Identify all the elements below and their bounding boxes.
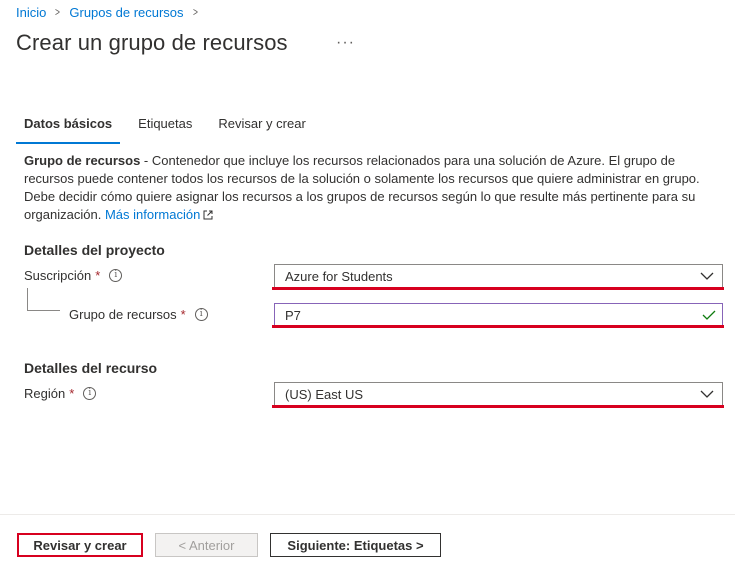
breadcrumb: Inicio > Grupos de recursos > [16,3,207,21]
previous-button[interactable]: < Anterior [155,533,258,557]
info-icon[interactable]: i [194,308,208,321]
region-dropdown[interactable]: (US) East US [274,382,723,406]
tab-review-create[interactable]: Revisar y crear [210,114,313,144]
region-value: (US) East US [285,386,364,402]
subscription-label: Suscripción * i [24,268,123,283]
resource-group-label-text: Grupo de recursos [69,307,177,322]
breadcrumb-resource-groups-link[interactable]: Grupos de recursos [69,5,183,20]
subscription-dropdown[interactable]: Azure for Students [274,264,723,288]
footer-divider [0,514,735,515]
next-tags-button[interactable]: Siguiente: Etiquetas > [270,533,441,557]
breadcrumb-separator: > [192,5,198,19]
review-create-button[interactable]: Revisar y crear [17,533,143,557]
tab-tags[interactable]: Etiquetas [130,114,200,144]
info-icon[interactable]: i [109,269,123,282]
learn-more-link[interactable]: Más información [105,207,213,222]
external-link-icon [203,210,213,220]
resource-group-input[interactable]: P7 [274,303,723,327]
more-options-icon[interactable]: ··· [336,34,355,52]
breadcrumb-home-link[interactable]: Inicio [16,5,46,20]
chevron-down-icon [700,390,714,398]
page-title: Crear un grupo de recursos [16,30,288,55]
highlight-underline [272,287,724,290]
subscription-value: Azure for Students [285,268,393,284]
description: Grupo de recursos - Contenedor que inclu… [24,152,724,224]
subscription-label-text: Suscripción [24,268,92,283]
resource-group-label: Grupo de recursos * i [69,307,208,322]
hierarchy-connector [27,288,60,311]
resource-group-value: P7 [285,307,301,323]
chevron-down-icon [700,272,714,280]
info-icon[interactable]: i [83,387,97,400]
project-details-heading: Detalles del proyecto [24,242,165,258]
checkmark-icon [702,310,716,320]
required-asterisk: * [95,268,101,283]
tab-bar: Datos básicos Etiquetas Revisar y crear [16,114,324,144]
highlight-underline [272,405,724,408]
learn-more-label: Más información [104,207,201,222]
required-asterisk: * [69,386,75,401]
region-label: Región * i [24,386,97,401]
highlight-underline [272,325,724,328]
resource-details-heading: Detalles del recurso [24,360,158,376]
tab-basics[interactable]: Datos básicos [16,114,121,144]
description-term: Grupo de recursos [24,153,141,168]
breadcrumb-separator: > [55,5,61,19]
region-label-text: Región [24,386,66,401]
required-asterisk: * [180,307,186,322]
